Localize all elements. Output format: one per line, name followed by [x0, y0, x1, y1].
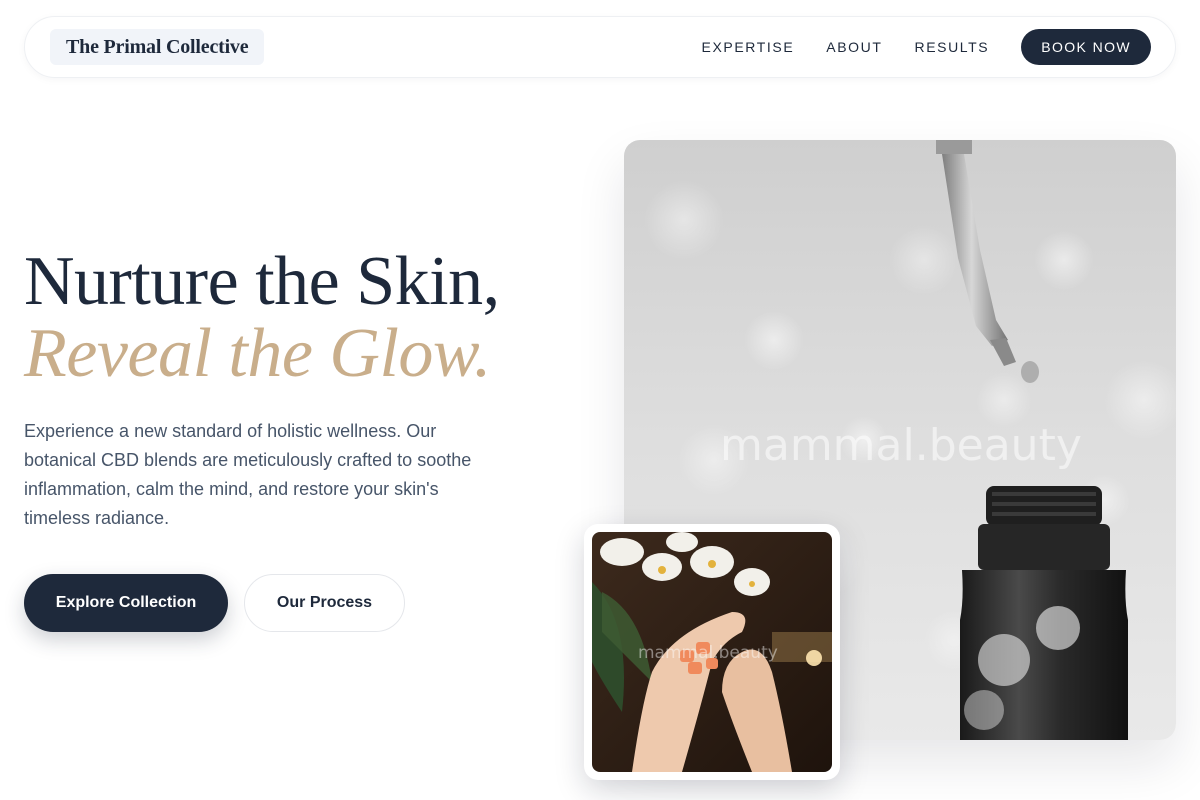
- hero-description: Experience a new standard of holistic we…: [24, 421, 472, 528]
- top-nav: The Primal Collective EXPERTISE ABOUT RE…: [24, 16, 1176, 78]
- hero-title: Nurture the Skin, Reveal the Glow.: [24, 246, 584, 390]
- book-now-button[interactable]: BOOK NOW: [1021, 29, 1151, 65]
- hero-thumbnail-frame: mammal.beauty: [584, 524, 840, 780]
- explore-collection-button[interactable]: Explore Collection: [24, 574, 228, 632]
- hands-gummies-photo: mammal.beauty: [592, 532, 832, 772]
- hero-title-line1: Nurture the Skin,: [24, 243, 500, 320]
- hero-title-line2: Reveal the Glow.: [24, 315, 491, 392]
- nav-link-results[interactable]: RESULTS: [915, 39, 990, 55]
- thumb-image-watermark: mammal.beauty: [638, 643, 778, 663]
- nav-link-about[interactable]: ABOUT: [826, 39, 882, 55]
- brand-logo[interactable]: The Primal Collective: [50, 29, 265, 65]
- our-process-button[interactable]: Our Process: [244, 574, 405, 632]
- nav-links: EXPERTISE ABOUT RESULTS BOOK NOW: [702, 29, 1151, 65]
- main-image-watermark: mammal.beauty: [720, 420, 1082, 471]
- nav-link-expertise[interactable]: EXPERTISE: [702, 39, 795, 55]
- hero-thumbnail-image: mammal.beauty: [592, 532, 832, 772]
